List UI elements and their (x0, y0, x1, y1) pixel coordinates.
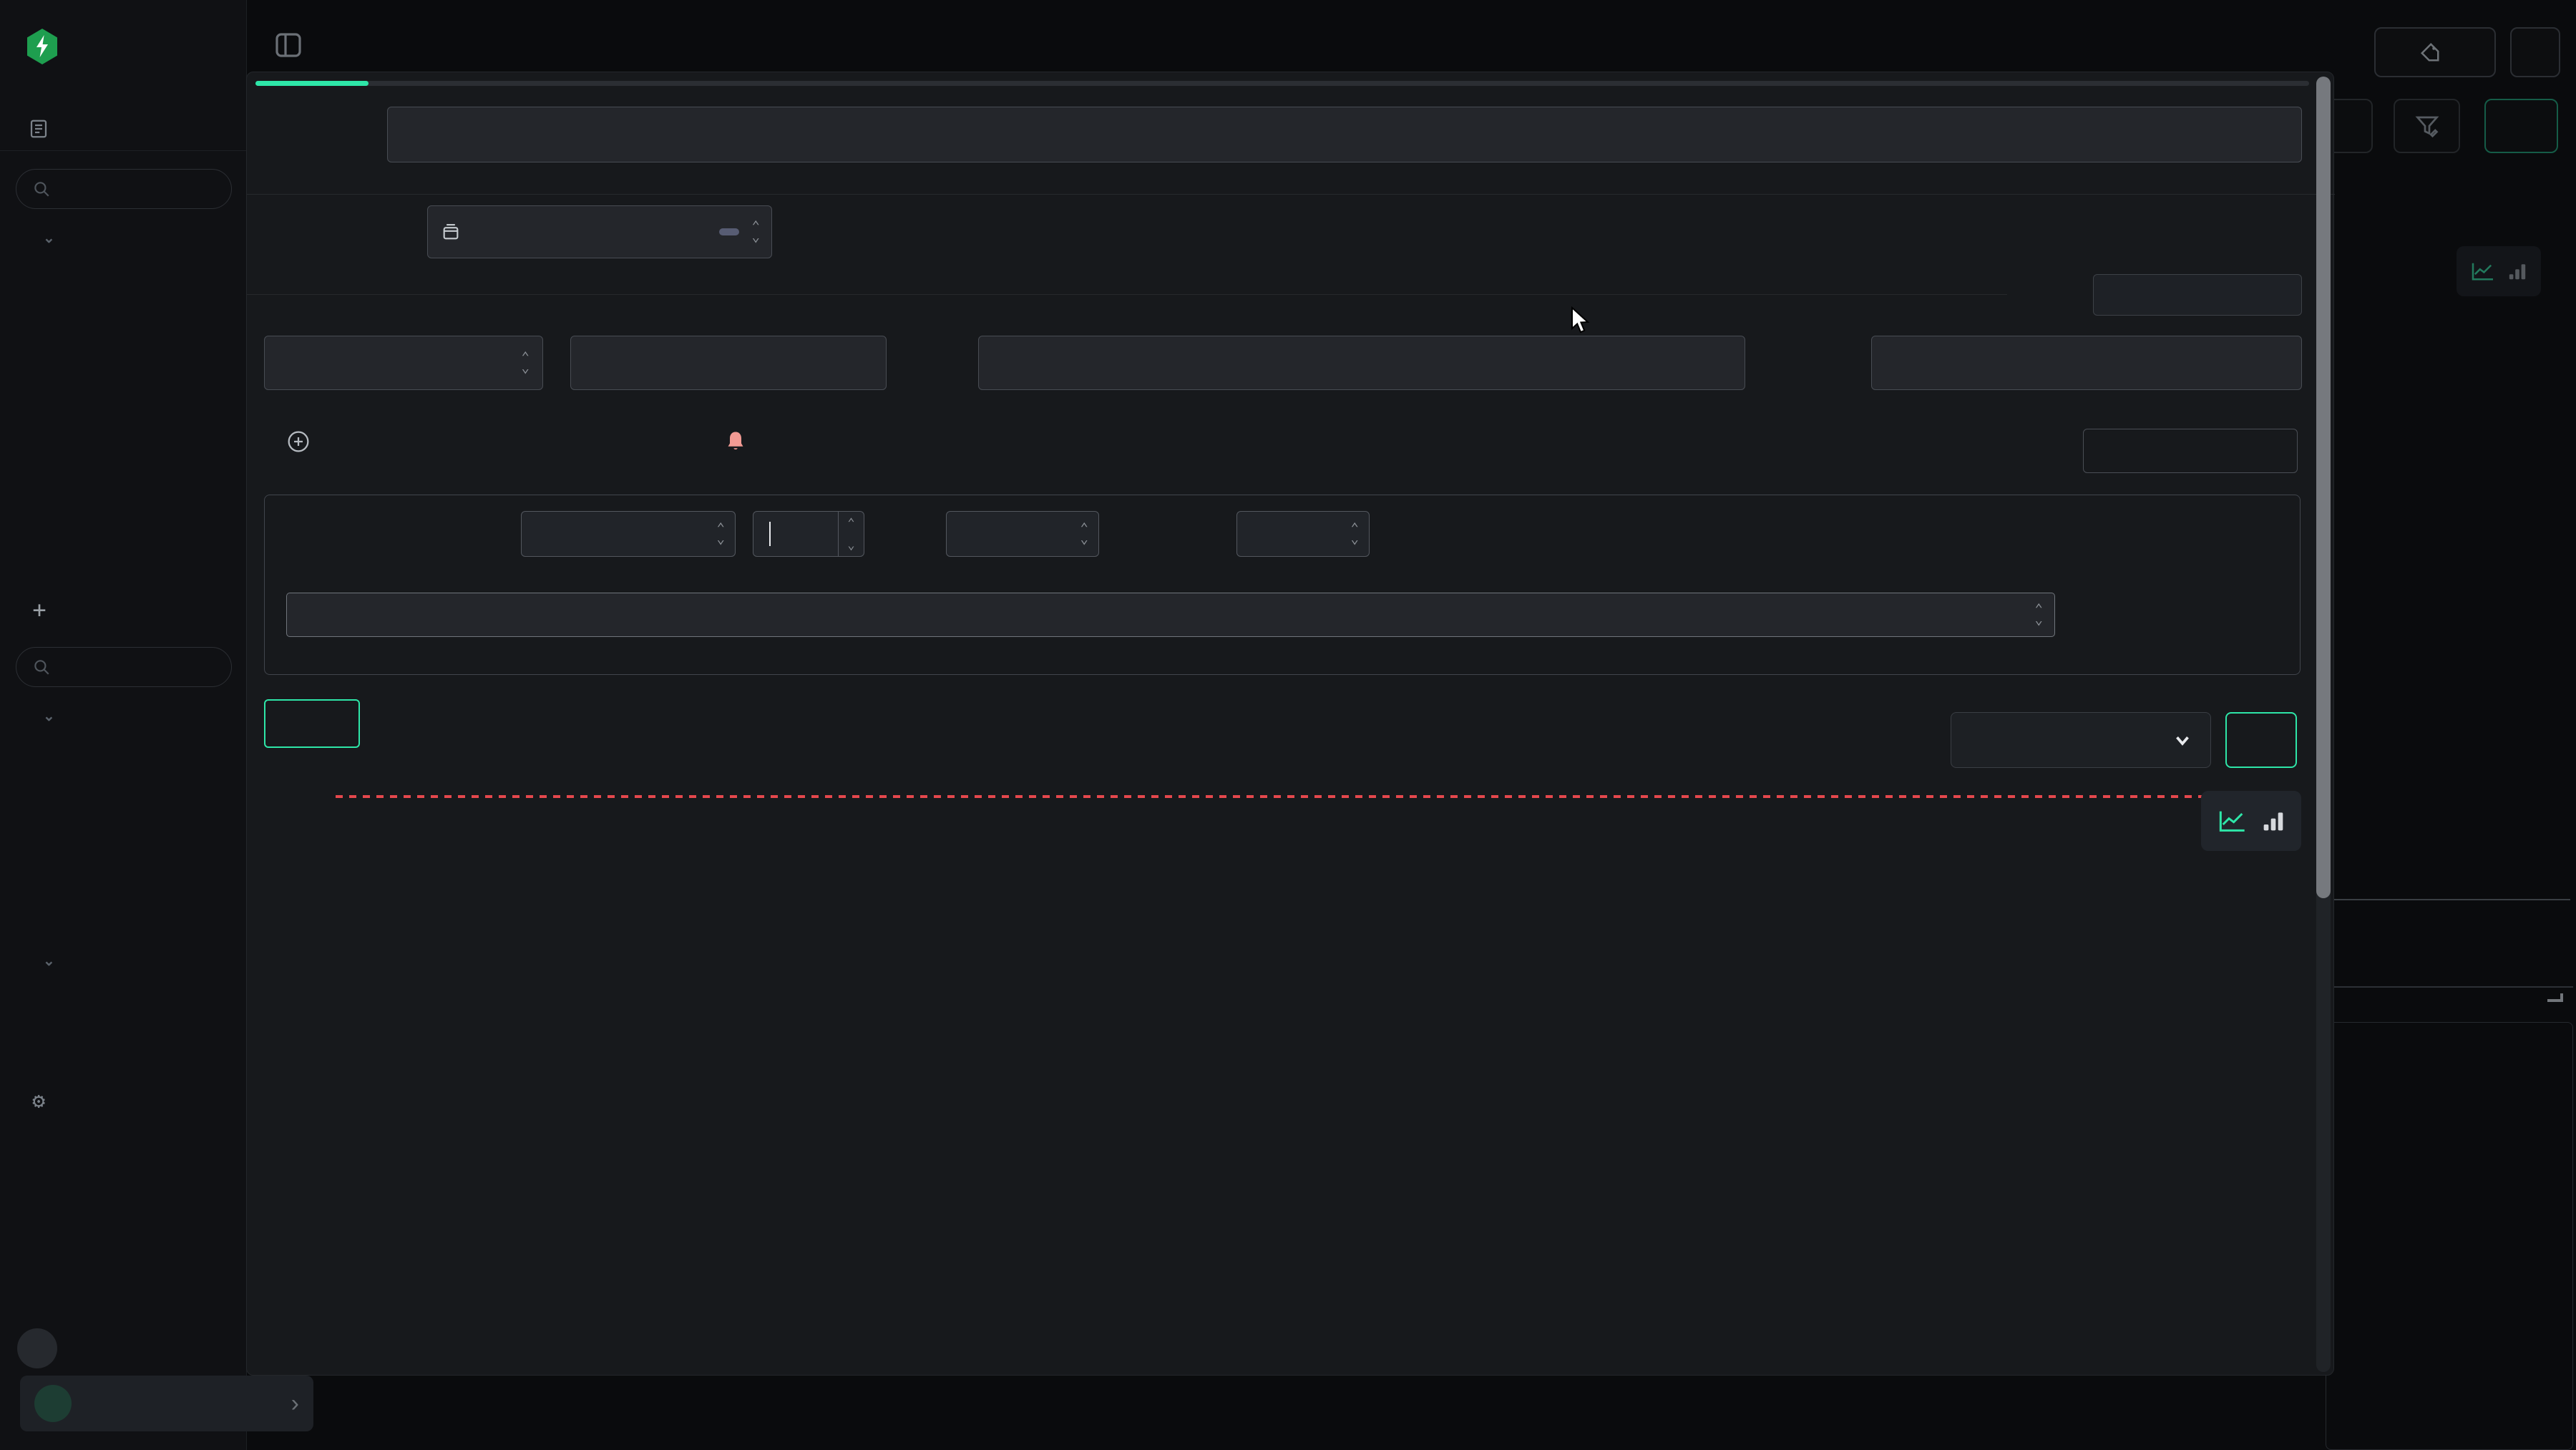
data-source-select[interactable]: ⌃⌄ (427, 205, 772, 258)
remove-alert-button[interactable] (725, 430, 758, 453)
modal-scrollbar[interactable] (2316, 77, 2331, 1372)
search-icon (32, 180, 51, 198)
chevron-down-icon: ⌄ (43, 952, 57, 970)
panel-resize-handle[interactable] (2547, 993, 2563, 1002)
run-chart-button[interactable] (2225, 712, 2297, 768)
webhook-select[interactable]: ⌃⌄ (286, 593, 2055, 637)
saved-dashboards-search[interactable] (16, 647, 232, 687)
alert-condition-select[interactable]: ⌃⌄ (521, 511, 736, 557)
background-panel (2326, 1022, 2573, 1450)
select-chevrons-icon: ⌃⌄ (752, 221, 760, 243)
app-root: ⌄ + ⌄ ⌄ ⚙ (0, 0, 2576, 1450)
tags-button[interactable] (2374, 27, 2496, 77)
alert-channel-select[interactable]: ⌃⌄ (1236, 511, 1370, 557)
filter-button[interactable] (2394, 99, 2460, 153)
save-button[interactable] (264, 699, 360, 748)
modal-accent-bar (255, 81, 2309, 86)
text-caret (769, 522, 771, 546)
alert-threshold-field[interactable]: ⌃⌄ (753, 511, 864, 557)
set-number-format-button[interactable] (2083, 429, 2298, 473)
saved-searches-input[interactable] (62, 178, 205, 200)
number-stepper[interactable]: ⌃⌄ (838, 512, 864, 556)
background-panel-edge (2334, 986, 2573, 988)
group-by-field[interactable] (1871, 336, 2302, 390)
help-button[interactable] (17, 1328, 57, 1368)
circle-plus-icon (287, 430, 310, 453)
schema-badge (719, 228, 739, 235)
saved-dashboards-input[interactable] (62, 656, 205, 678)
saved-searches-search[interactable] (16, 169, 232, 209)
select-chevrons-icon: ⌃⌄ (717, 523, 725, 545)
select-chevrons-icon: ⌃⌄ (1351, 523, 1359, 545)
user-card[interactable]: › (20, 1376, 313, 1431)
database-icon (441, 222, 461, 242)
timeseries-chart (317, 788, 2270, 1298)
stepper-up-icon[interactable]: ⌃ (839, 512, 864, 534)
aggregation-select[interactable]: ⌃⌄ (264, 336, 543, 390)
kebab-menu-button[interactable] (2510, 27, 2560, 77)
where-search-field[interactable] (978, 336, 1745, 390)
alert-window-select[interactable]: ⌃⌄ (946, 511, 1099, 557)
stepper-down-icon[interactable]: ⌄ (839, 534, 864, 556)
select-chevrons-icon: ⌃⌄ (522, 352, 530, 374)
saved-dashboards-header[interactable]: ⌄ (43, 707, 72, 725)
sidebar-item-search[interactable] (26, 112, 69, 146)
chart-name-field[interactable] (387, 107, 2302, 162)
chevron-down-icon (2172, 729, 2193, 751)
sidebar: ⌄ + ⌄ ⌄ ⚙ (0, 0, 247, 1450)
chevron-right-icon: › (291, 1390, 299, 1418)
chevron-down-icon: ⌄ (43, 229, 57, 247)
tag-icon (2419, 42, 2441, 63)
background-chart (2334, 272, 2576, 902)
presets-header[interactable]: ⌄ (43, 952, 72, 970)
journal-search-icon (26, 118, 52, 140)
field-expression-input[interactable] (570, 336, 887, 390)
chart-name-input[interactable] (406, 124, 2283, 145)
sidebar-item-team-settings[interactable]: ⚙ (26, 1084, 69, 1118)
hyperdx-logo-icon (26, 29, 59, 64)
divider (247, 194, 2335, 195)
brand-logo[interactable] (26, 29, 74, 64)
alias-input[interactable] (2107, 285, 2288, 306)
edit-chart-modal: ⌃⌄ ⌃⌄ (246, 72, 2334, 1376)
alias-field[interactable] (2093, 274, 2302, 316)
filter-edit-icon (2414, 113, 2440, 139)
live-play-button[interactable] (2484, 99, 2558, 153)
sidebar-collapse-button[interactable] (274, 30, 303, 60)
create-dashboard-button[interactable]: + (29, 593, 67, 627)
background-chart-axis (2334, 899, 2570, 900)
bell-icon (725, 430, 746, 453)
add-series-button[interactable] (287, 430, 321, 453)
scrollbar-thumb[interactable] (2316, 77, 2331, 898)
select-chevrons-icon: ⌃⌄ (1080, 523, 1088, 545)
saved-searches-header[interactable]: ⌄ (43, 229, 72, 247)
select-chevrons-icon: ⌃⌄ (2035, 604, 2043, 626)
gear-icon: ⚙ (26, 1089, 52, 1114)
divider (247, 294, 2007, 295)
plus-icon: + (29, 596, 50, 623)
alert-config-box: ⌃⌄ ⌃⌄ ⌃⌄ ⌃⌄ ⌃⌄ (264, 495, 2301, 675)
where-search-input[interactable] (996, 352, 1702, 374)
granularity-select[interactable] (1951, 712, 2211, 768)
chevron-down-icon: ⌄ (43, 707, 57, 725)
modal-accent-progress (255, 81, 369, 86)
search-icon (32, 658, 51, 676)
avatar (34, 1385, 72, 1422)
sidebar-divider (0, 150, 247, 151)
